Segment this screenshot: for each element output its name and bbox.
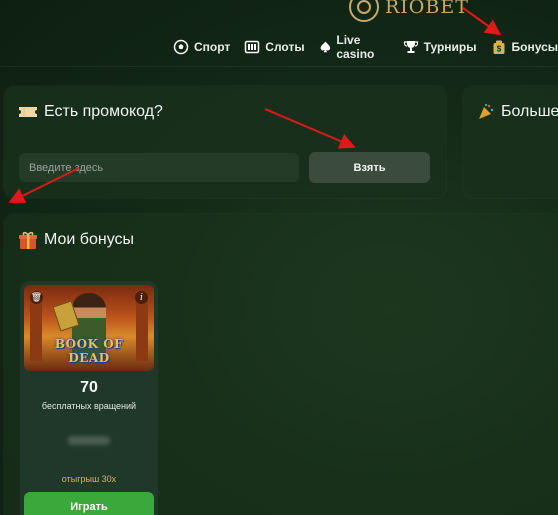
nav-item-tournaments[interactable]: Турниры <box>403 39 477 55</box>
blurred-text <box>68 436 110 445</box>
apply-promo-button[interactable]: Взять <box>309 152 430 183</box>
my-bonuses-section: Мои бонусы BOOK OF DEAD 🗑 i 70 бесплатны… <box>4 214 558 515</box>
nav-item-bonuses[interactable]: $ Бонусы <box>491 39 558 55</box>
header-divider <box>0 66 558 67</box>
nav-label: Бонусы <box>511 40 558 54</box>
bonus-description: бесплатных вращений <box>41 401 137 411</box>
slot-machine-icon <box>245 40 260 54</box>
nav-label: Турниры <box>423 40 477 54</box>
bonus-card: BOOK OF DEAD 🗑 i 70 бесплатных вращений … <box>20 281 158 515</box>
bonuses-title: Мои бонусы <box>18 230 134 250</box>
nav-label: Live casino <box>336 33 375 61</box>
trash-icon[interactable]: 🗑 <box>30 291 43 304</box>
riobet-logo[interactable]: RIOBET <box>349 0 469 22</box>
ticket-icon <box>19 107 37 117</box>
game-thumbnail[interactable]: BOOK OF DEAD 🗑 i <box>24 285 154 371</box>
bonuses-title-text: Мои бонусы <box>44 231 135 248</box>
gift-icon <box>19 231 37 249</box>
bonus-amount: 70 <box>80 379 98 396</box>
trophy-icon <box>403 41 418 53</box>
promo-code-card: Есть промокод? Взять <box>4 86 446 198</box>
more-title: Больше <box>477 103 558 121</box>
soccer-ball-icon <box>173 39 189 55</box>
more-title-text: Больше <box>501 103 558 120</box>
svg-text:$: $ <box>496 45 501 54</box>
party-popper-icon <box>479 104 494 119</box>
nav-label: Спорт <box>194 40 231 54</box>
nav-label: Слоты <box>265 40 305 54</box>
money-bag-icon: $ <box>493 40 504 54</box>
logo-text: RIOBET <box>385 0 469 18</box>
promo-title-text: Есть промокод? <box>44 103 163 120</box>
logo-emblem-icon <box>349 0 379 22</box>
game-logo: BOOK OF DEAD <box>54 337 124 365</box>
promo-code-input[interactable] <box>19 153 299 182</box>
more-card: Больше <box>463 86 558 198</box>
nav-item-slots[interactable]: Слоты <box>244 39 305 55</box>
promo-title: Есть промокод? <box>18 103 163 121</box>
nav-item-live-casino[interactable]: Live casino <box>319 33 389 61</box>
info-icon[interactable]: i <box>135 291 148 304</box>
wager-text: отыгрыш 30х <box>61 474 117 484</box>
live-casino-icon <box>320 41 330 53</box>
main-nav: Спорт Слоты Live casino Турниры $ Бонусы <box>173 33 558 61</box>
nav-item-sport[interactable]: Спорт <box>173 39 230 55</box>
play-button[interactable]: Играть <box>24 492 154 515</box>
